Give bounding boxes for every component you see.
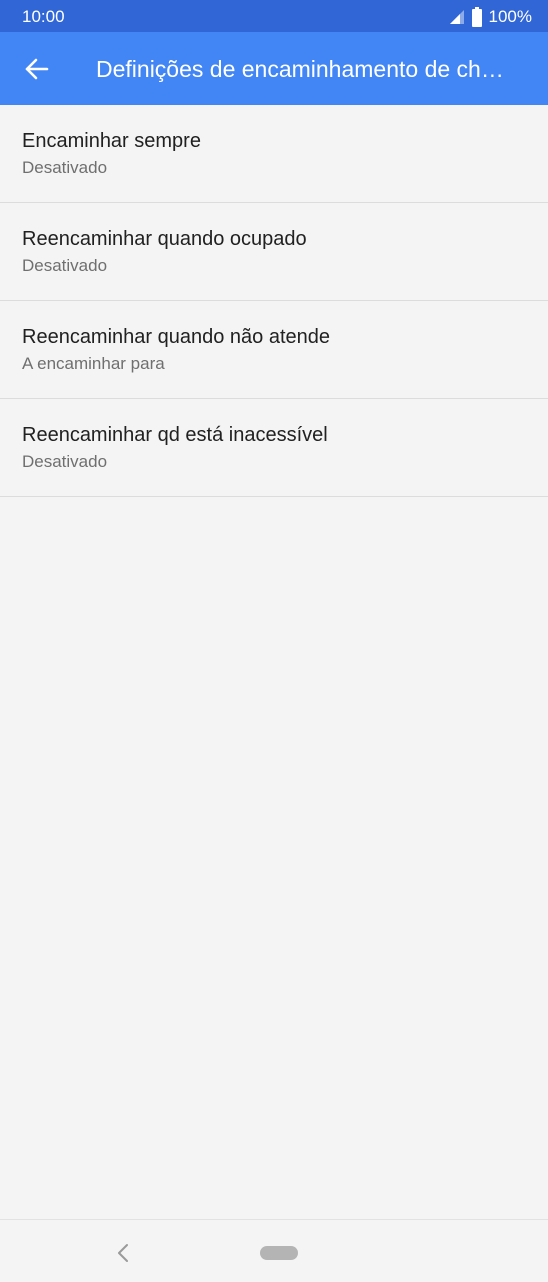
item-title: Reencaminhar qd está inacessível [22, 424, 328, 446]
signal-icon [449, 10, 464, 24]
item-summary: A encaminhar para [22, 354, 165, 373]
item-title: Reencaminhar quando ocupado [22, 228, 307, 250]
status-time: 10:00 [22, 7, 65, 26]
list-item-forward-when-busy[interactable]: Reencaminhar quando ocupado Desativado [0, 203, 548, 301]
item-title: Encaminhar sempre [22, 130, 201, 152]
list-item-forward-when-unanswered[interactable]: Reencaminhar quando não atende A encamin… [0, 301, 548, 399]
item-summary: Desativado [22, 256, 108, 275]
nav-home-pill[interactable] [260, 1246, 298, 1260]
app-bar: Definições de encaminhamento de chamadas [0, 32, 548, 105]
back-arrow-icon[interactable] [24, 56, 50, 82]
list-item-forward-when-unreachable[interactable]: Reencaminhar qd está inacessível Desativ… [0, 399, 548, 497]
list-item-forward-always[interactable]: Encaminhar sempre Desativado [0, 105, 548, 203]
battery-percent: 100% [488, 7, 532, 26]
item-title: Reencaminhar quando não atende [22, 326, 331, 348]
battery-icon [471, 7, 482, 27]
navigation-bar [0, 1219, 548, 1282]
status-icons: 100% [449, 6, 532, 28]
item-summary: Desativado [22, 452, 108, 471]
page-title: Definições de encaminhamento de chamadas [96, 56, 514, 82]
item-summary: Desativado [22, 158, 108, 177]
screen: 10:00 100% Definições de encaminhamento … [0, 0, 548, 1282]
nav-back-icon[interactable] [114, 1242, 132, 1264]
status-bar: 10:00 100% [0, 0, 548, 32]
settings-list: Encaminhar sempre Desativado Reencaminha… [0, 105, 548, 497]
